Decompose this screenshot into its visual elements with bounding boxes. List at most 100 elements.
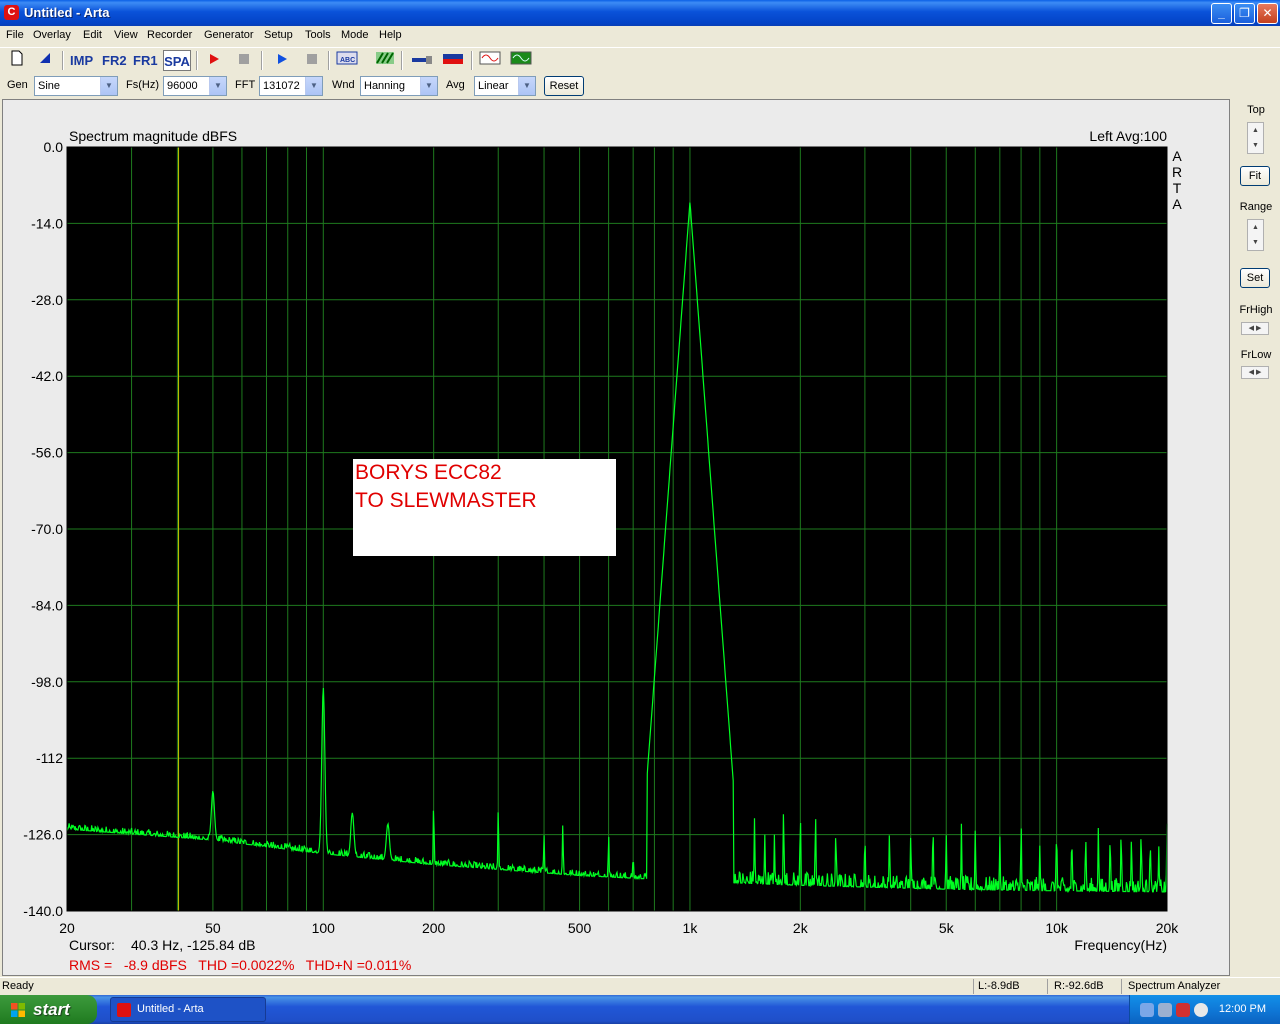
status-divider [1047, 979, 1048, 994]
toolbar-separator [261, 51, 263, 70]
chevron-left-icon[interactable]: ◀ [1249, 325, 1254, 332]
play-icon[interactable] [271, 50, 293, 71]
antivirus-icon[interactable] [1194, 1003, 1208, 1017]
volume-icon[interactable] [1158, 1003, 1172, 1017]
chevron-right-icon[interactable]: ▶ [1256, 325, 1261, 332]
arta-watermark-letter: A [1172, 148, 1182, 164]
generator-select[interactable]: Sine ▼ [34, 76, 118, 96]
fr1-mode-button[interactable]: FR1 [133, 50, 158, 71]
x-tick-label: 20 [59, 920, 75, 936]
chart-panel: 0.0 -14.0 -28.0 -42.0 -56.0 -70.0 -84.0 -98.0 -1… [2, 99, 1230, 976]
y-tick-label: -28.0 [31, 292, 63, 308]
frlow-spinner[interactable]: ◀ ▶ [1241, 366, 1269, 379]
record-icon[interactable] [203, 50, 225, 71]
x-tick-label: 50 [205, 920, 221, 936]
stop-playback-icon[interactable] [301, 50, 323, 71]
chart-title: Spectrum magnitude dBFS [69, 128, 237, 144]
close-button[interactable]: ✕ [1257, 3, 1278, 24]
reset-button[interactable]: Reset [544, 76, 584, 96]
spectrum-mode-button[interactable]: SPA [163, 50, 191, 71]
sine-generator-icon[interactable] [479, 50, 501, 71]
maximize-button[interactable]: ❐ [1234, 3, 1255, 24]
sample-rate-value: 96000 [167, 80, 198, 92]
chevron-down-icon[interactable]: ▼ [1248, 235, 1263, 250]
menu-file[interactable]: File [6, 29, 24, 41]
status-bar: Ready L:-8.9dB R:-92.6dB Spectrum Analyz… [0, 977, 1280, 995]
svg-text:ABC: ABC [340, 57, 355, 64]
fft-size-select[interactable]: 131072 ▼ [259, 76, 323, 96]
chevron-up-icon[interactable]: ▲ [1248, 123, 1263, 138]
fft-label: FFT [235, 79, 256, 91]
toolbar-separator [471, 51, 473, 70]
cursor-value: 40.3 Hz, -125.84 dB [131, 937, 256, 953]
menu-edit[interactable]: Edit [83, 29, 102, 41]
cable-icon[interactable] [411, 50, 433, 71]
menu-generator[interactable]: Generator [204, 29, 254, 41]
chevron-left-icon[interactable]: ◀ [1249, 369, 1254, 376]
status-ready: Ready [2, 980, 34, 992]
minimize-button[interactable]: _ [1211, 3, 1232, 24]
toolbar-separator [196, 51, 198, 70]
menu-view[interactable]: View [114, 29, 138, 41]
frhigh-spinner[interactable]: ◀ ▶ [1241, 322, 1269, 335]
chevron-down-icon[interactable]: ▼ [305, 77, 322, 95]
sample-rate-select[interactable]: 96000 ▼ [163, 76, 227, 96]
security-shield-icon[interactable] [1176, 1003, 1190, 1017]
chevron-up-icon[interactable]: ▲ [1248, 220, 1263, 235]
x-tick-label: 10k [1045, 920, 1069, 936]
menu-mode[interactable]: Mode [341, 29, 369, 41]
toolbar-separator [62, 51, 64, 70]
taskbar-item-arta[interactable]: Untitled - Arta [110, 997, 266, 1022]
windows-flag-icon [11, 1003, 25, 1017]
chevron-right-icon[interactable]: ▶ [1256, 369, 1261, 376]
menu-help[interactable]: Help [379, 29, 402, 41]
x-tick-label: 5k [939, 920, 955, 936]
hatch-view-icon[interactable] [374, 50, 396, 71]
level-meter-icon[interactable] [442, 50, 464, 71]
menu-setup[interactable]: Setup [264, 29, 293, 41]
menu-recorder[interactable]: Recorder [147, 29, 192, 41]
stop-icon[interactable] [233, 50, 255, 71]
window-title: Untitled - Arta [24, 5, 110, 20]
generator-select-value: Sine [38, 80, 61, 92]
top-label: Top [1247, 104, 1265, 116]
top-spinner[interactable]: ▲ ▼ [1247, 122, 1264, 154]
range-spinner[interactable]: ▲ ▼ [1247, 219, 1264, 251]
start-button[interactable]: start [0, 995, 97, 1024]
abc-scale-icon[interactable]: ABC [336, 50, 358, 71]
chevron-down-icon[interactable]: ▼ [420, 77, 437, 95]
annotation-text: BORYS ECC82 [355, 461, 502, 484]
arta-watermark-letter: R [1172, 164, 1182, 180]
menu-tools[interactable]: Tools [305, 29, 331, 41]
y-tick-label: -140.0 [23, 903, 63, 919]
open-icon[interactable] [34, 50, 56, 71]
fr2-mode-button[interactable]: FR2 [102, 50, 127, 71]
chevron-down-icon[interactable]: ▼ [1248, 138, 1263, 153]
y-tick-label: -42.0 [31, 368, 63, 384]
range-label: Range [1239, 201, 1273, 213]
title-bar: C Untitled - Arta _ ❐ ✕ [0, 0, 1280, 26]
controls-row: Gen Sine ▼ Fs(Hz) 96000 ▼ FFT 131072 ▼ W… [0, 73, 1280, 98]
network-icon[interactable] [1140, 1003, 1154, 1017]
side-panel: Top ▲ ▼ Fit Range ▲ ▼ Set FrHigh ◀ ▶ FrLow… [1232, 99, 1280, 976]
fit-button[interactable]: Fit [1240, 166, 1270, 186]
x-tick-label: 20k [1156, 920, 1180, 936]
chevron-down-icon[interactable]: ▼ [518, 77, 535, 95]
chevron-down-icon[interactable]: ▼ [100, 77, 117, 95]
new-file-icon[interactable] [6, 50, 28, 71]
spectrum-chart[interactable]: 0.0 -14.0 -28.0 -42.0 -56.0 -70.0 -84.0 -98.0 -1… [3, 100, 1229, 975]
mode-indicator: Spectrum Analyzer [1128, 980, 1221, 992]
window-select[interactable]: Hanning ▼ [360, 76, 438, 96]
cursor-label: Cursor: [69, 937, 115, 953]
menu-overlay[interactable]: Overlay [33, 29, 71, 41]
averaging-select[interactable]: Linear ▼ [474, 76, 536, 96]
impulse-mode-button[interactable]: IMP [70, 50, 93, 71]
x-tick-label: 200 [422, 920, 446, 936]
taskbar: start Untitled - Arta 12:00 PM [0, 995, 1280, 1024]
scope-icon[interactable] [510, 50, 532, 71]
set-button[interactable]: Set [1240, 268, 1270, 288]
chevron-down-icon[interactable]: ▼ [209, 77, 226, 95]
arta-app-icon[interactable]: C [4, 5, 19, 20]
y-tick-label: -14.0 [31, 215, 63, 231]
y-tick-label: -70.0 [31, 521, 63, 537]
